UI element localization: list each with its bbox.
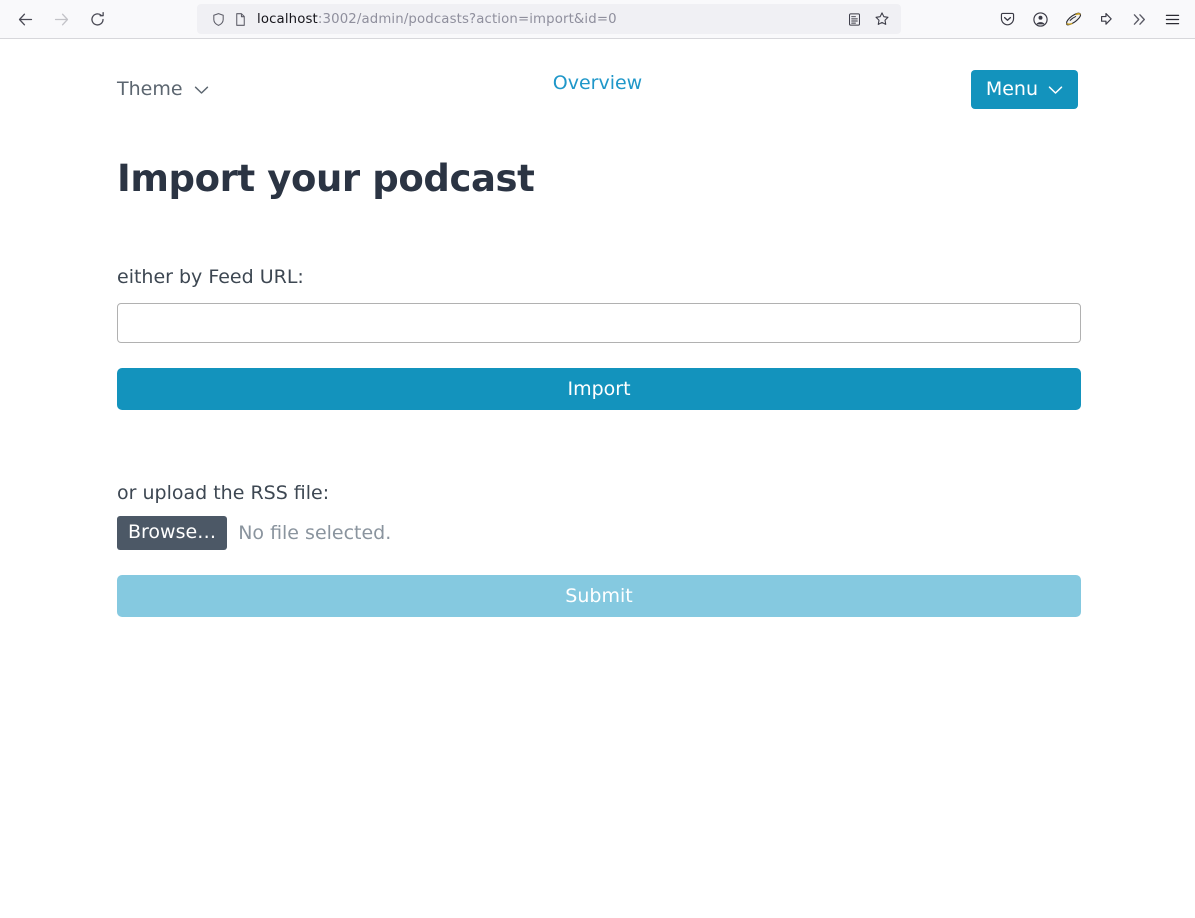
theme-dropdown[interactable]: Theme [117,78,209,100]
site-header: Theme Overview Menu [0,39,1195,117]
file-upload-row: Browse… No file selected. [117,516,1078,550]
page-title: Import your podcast [117,157,535,200]
chevron-down-icon [194,80,209,99]
url-path: :3002/admin/podcasts?action=import&id=0 [317,11,617,27]
theme-dropdown-label: Theme [117,78,183,100]
reader-view-icon[interactable] [841,6,867,32]
navigation-buttons [8,4,114,34]
nav-link-overview[interactable]: Overview [553,72,642,94]
save-to-device-icon[interactable] [1091,4,1121,34]
overflow-chevrons-icon[interactable] [1124,4,1154,34]
url-host: localhost [257,11,318,27]
rss-upload-label: or upload the RSS file: [117,482,330,504]
page-info-icon[interactable] [229,8,251,30]
menu-button-label: Menu [985,77,1038,100]
shield-icon[interactable] [207,8,229,30]
bookmark-star-icon[interactable] [869,6,895,32]
extension-icon[interactable] [1058,4,1088,34]
back-arrow-icon [18,13,32,25]
back-button[interactable] [8,4,42,34]
chevron-down-icon [1048,78,1063,100]
browser-toolbar-right [984,4,1187,34]
pocket-icon[interactable] [992,4,1022,34]
browser-toolbar: localhost:3002/admin/podcasts?action=imp… [0,0,1195,39]
import-button[interactable]: Import [117,368,1081,410]
extension-badge-icon [1065,11,1082,28]
account-icon[interactable] [1025,4,1055,34]
main-content: Import your podcast either by Feed URL: … [0,157,1195,617]
file-status-text: No file selected. [238,522,392,544]
reload-icon [90,11,104,26]
urlbar-container: localhost:3002/admin/podcasts?action=imp… [114,4,984,34]
submit-button[interactable]: Submit [117,575,1081,617]
urlbar-actions [841,6,895,32]
hamburger-menu-icon[interactable] [1157,4,1187,34]
forward-arrow-icon [54,13,68,25]
feed-url-label: either by Feed URL: [117,266,304,288]
browse-button[interactable]: Browse… [117,516,228,550]
menu-button[interactable]: Menu [970,69,1078,109]
forward-button[interactable] [44,4,78,34]
feed-url-input[interactable] [117,303,1081,343]
page-body: Theme Overview Menu Import your podcast … [0,39,1195,918]
reload-button[interactable] [80,4,114,34]
url-text: localhost:3002/admin/podcasts?action=imp… [251,12,841,27]
address-bar[interactable]: localhost:3002/admin/podcasts?action=imp… [197,4,901,34]
